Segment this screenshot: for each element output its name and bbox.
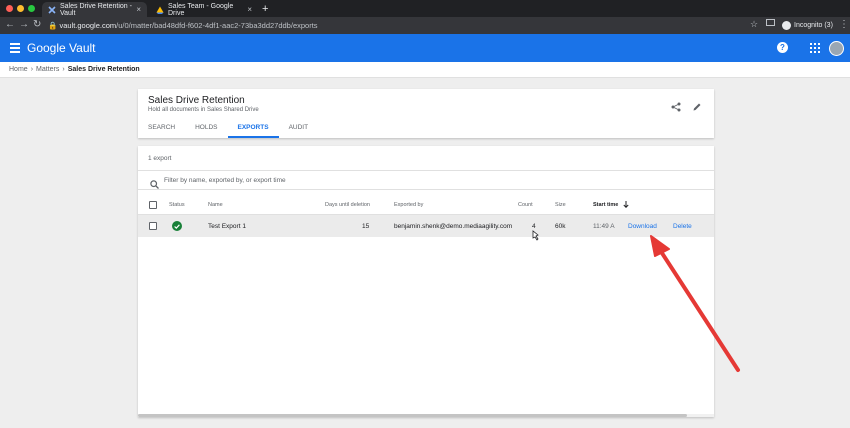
table-header: Status Name Days until deletion Exported… (138, 196, 714, 215)
app-header: Google Vault ? (0, 34, 850, 62)
breadcrumb-home[interactable]: Home (9, 66, 28, 73)
profile-label: Incognito (3) (794, 22, 833, 29)
new-tab-button[interactable]: + (262, 3, 268, 15)
matter-description: Hold all documents in Sales Shared Drive (148, 107, 259, 113)
matter-header-card: Sales Drive Retention Hold all documents… (138, 89, 714, 138)
filter-input[interactable] (164, 175, 464, 186)
browser-menu-icon[interactable]: ⋮ (839, 19, 849, 30)
horizontal-scrollbar[interactable] (138, 414, 714, 417)
share-icon[interactable] (671, 99, 681, 117)
download-link[interactable]: Download (628, 215, 657, 237)
vault-favicon-icon (48, 5, 56, 14)
apps-grid-icon[interactable] (810, 43, 820, 53)
close-tab-icon[interactable]: × (247, 5, 252, 14)
breadcrumb-matters[interactable]: Matters (36, 66, 59, 73)
maximize-window-button[interactable] (28, 5, 35, 12)
breadcrumb: Home › Matters › Sales Drive Retention (0, 62, 850, 78)
browser-tab-strip: Sales Drive Retention - Vault × Sales Te… (0, 0, 850, 17)
close-tab-icon[interactable]: × (136, 5, 141, 14)
days-until-deletion: 15 (362, 222, 370, 230)
column-count[interactable]: Count (518, 196, 533, 214)
status-success-icon (172, 215, 182, 237)
exported-by: benjamin.shenk@demo.mediaagility.com (394, 222, 513, 230)
help-icon[interactable]: ? (777, 42, 788, 53)
matter-tabs: SEARCH HOLDS EXPORTS AUDIT (138, 122, 318, 138)
tab-title: Sales Drive Retention - Vault (60, 2, 132, 17)
browser-toolbar: ← → ↻ 🔒 vault.google.com/u/0/matter/bad4… (0, 17, 850, 34)
bookmark-star-icon[interactable]: ☆ (750, 19, 758, 30)
exports-card: 1 export Status Name Days until deletion… (138, 146, 714, 417)
export-size: 60k (555, 222, 566, 230)
minimize-window-button[interactable] (17, 5, 24, 12)
breadcrumb-current: Sales Drive Retention (67, 66, 140, 73)
scrollbar-thumb[interactable] (138, 414, 687, 417)
tab-audit[interactable]: AUDIT (279, 122, 319, 138)
chevron-right-icon: › (62, 66, 65, 73)
page-title: Sales Drive Retention (148, 95, 245, 106)
browser-tab-drive[interactable]: Sales Team - Google Drive × (150, 2, 258, 17)
tab-title: Sales Team - Google Drive (168, 2, 234, 17)
row-checkbox[interactable] (149, 215, 157, 237)
column-name[interactable]: Name (208, 196, 223, 214)
browser-tab-vault[interactable]: Sales Drive Retention - Vault × (42, 2, 147, 17)
table-row[interactable]: Test Export 1 15 benjamin.shenk@demo.med… (138, 215, 714, 237)
export-name[interactable]: Test Export 1 (208, 215, 246, 237)
close-window-button[interactable] (6, 5, 13, 12)
column-start-time[interactable]: Start time (593, 196, 629, 214)
app-logo[interactable]: Google Vault (27, 41, 96, 55)
chevron-right-icon: › (30, 66, 34, 73)
main-menu-icon[interactable] (10, 43, 20, 55)
tab-search[interactable]: SEARCH (138, 122, 185, 138)
tab-holds[interactable]: HOLDS (185, 122, 227, 138)
column-status[interactable]: Status (169, 196, 185, 214)
incognito-icon (782, 21, 791, 30)
column-days[interactable]: Days until deletion (325, 196, 370, 214)
export-start-time: 11:49 A (593, 222, 615, 230)
search-icon (150, 176, 159, 194)
export-count: 4 (532, 222, 536, 230)
filter-bar (138, 170, 714, 190)
export-count: 1 export (148, 155, 172, 162)
select-all-checkbox[interactable] (149, 196, 157, 214)
sort-down-arrow-icon (623, 200, 629, 210)
column-exported-by[interactable]: Exported by (394, 196, 423, 214)
back-arrow-icon[interactable]: ← (5, 19, 15, 30)
tab-exports[interactable]: EXPORTS (227, 122, 279, 138)
column-start-time-label: Start time (593, 202, 619, 208)
incognito-profile-button[interactable]: Incognito (3) (782, 19, 833, 32)
reload-icon[interactable]: ↻ (33, 19, 41, 30)
url-host: vault.google.com (59, 21, 117, 30)
cast-icon[interactable] (766, 19, 775, 30)
drive-favicon-icon (156, 6, 164, 14)
url-path: /u/0/matter/bad48dfd-f602-4df1-aac2-73ba… (116, 21, 318, 30)
avatar[interactable] (829, 41, 844, 56)
column-size[interactable]: Size (555, 196, 566, 214)
lock-icon: 🔒 (48, 21, 58, 30)
forward-arrow-icon[interactable]: → (19, 19, 29, 30)
edit-pencil-icon[interactable] (692, 99, 702, 117)
address-bar[interactable]: 🔒 vault.google.com/u/0/matter/bad48dfd-f… (48, 19, 318, 32)
delete-link[interactable]: Delete (673, 215, 692, 237)
